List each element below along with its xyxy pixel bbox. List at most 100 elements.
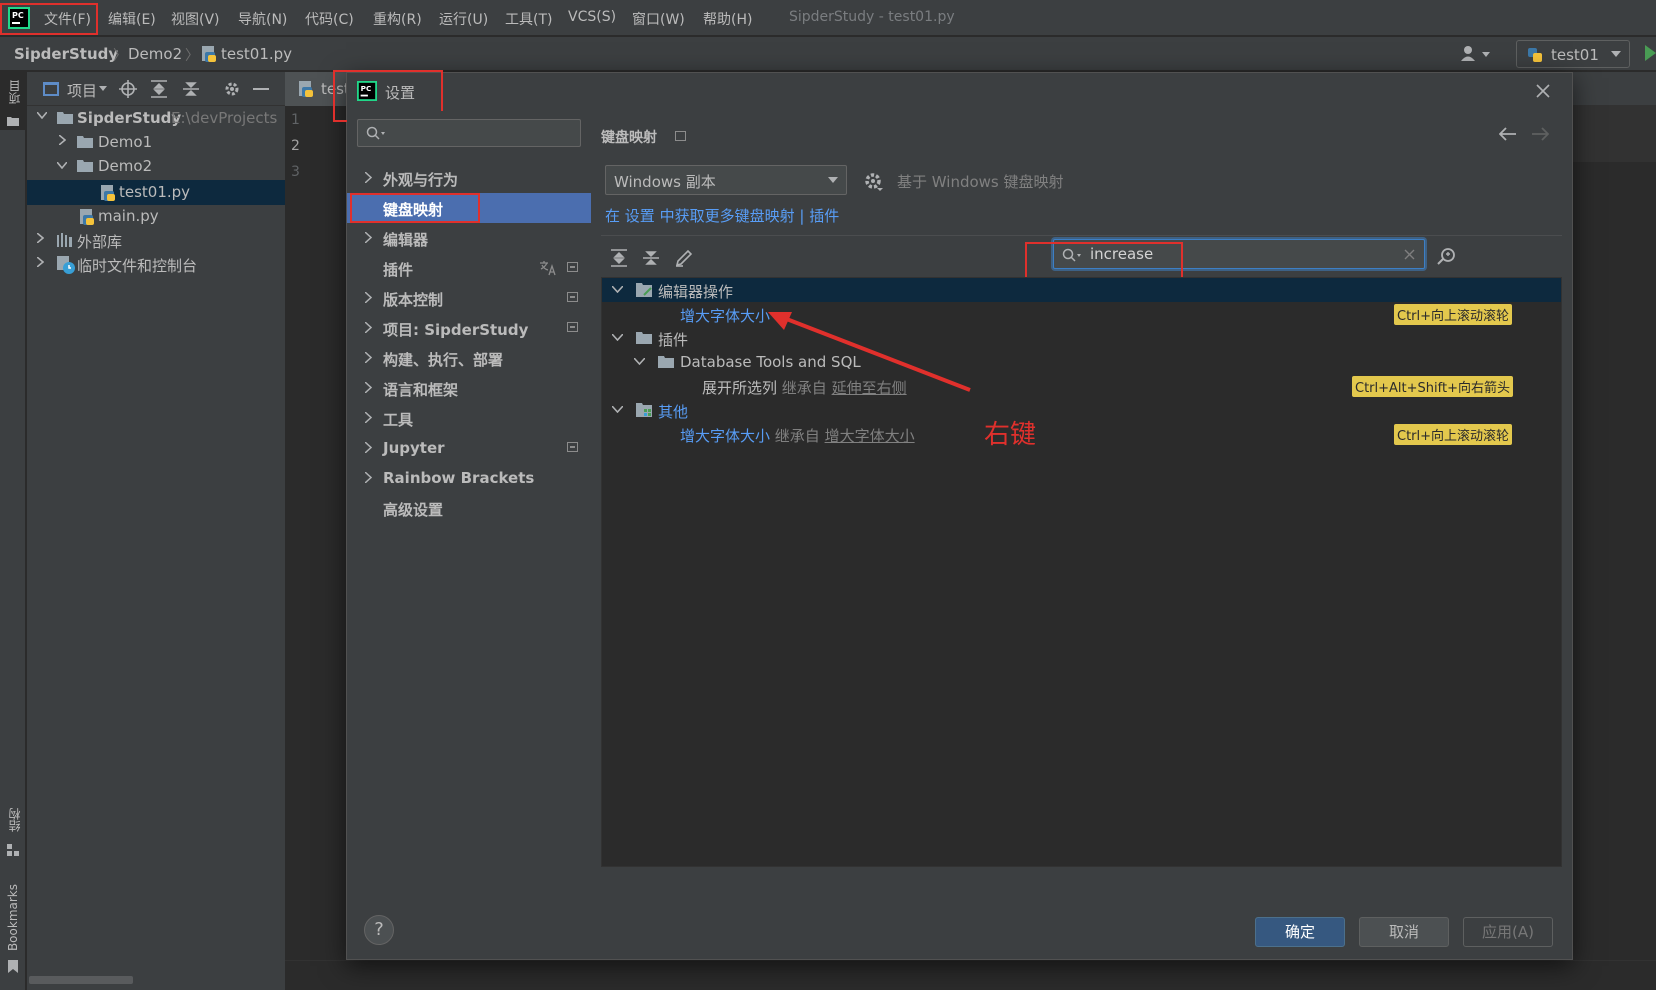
edit-shortcut-icon[interactable] bbox=[675, 249, 693, 267]
inherit-prefix: 继承自 bbox=[774, 427, 820, 445]
hide-icon[interactable] bbox=[253, 88, 269, 91]
menu-file[interactable]: 文件(F) bbox=[44, 9, 91, 29]
tree-row-label: 编辑器操作 bbox=[658, 283, 734, 301]
collapse-all-icon[interactable] bbox=[643, 249, 659, 267]
chevron-down-icon[interactable] bbox=[99, 86, 107, 91]
plugins-link[interactable]: 插件 bbox=[809, 207, 839, 225]
nav-label: 项目: SipderStudy bbox=[383, 321, 529, 339]
menu-view[interactable]: 视图(V) bbox=[171, 9, 220, 29]
bookmarks-tool-label: Bookmarks bbox=[6, 884, 20, 952]
other-icon bbox=[636, 402, 654, 418]
menu-edit[interactable]: 编辑(E) bbox=[108, 9, 156, 29]
keymap-scheme-select[interactable]: Windows 副本 bbox=[605, 165, 847, 195]
menu-help[interactable]: 帮助(H) bbox=[703, 9, 752, 29]
tree-item-label: SipderStudy bbox=[77, 109, 182, 127]
menu-navigate[interactable]: 导航(N) bbox=[238, 9, 287, 29]
tree-row-database-tools[interactable]: Database Tools and SQL bbox=[602, 350, 1561, 374]
breadcrumb-project[interactable]: SipderStudy bbox=[14, 45, 118, 63]
nav-label: Rainbow Brackets bbox=[383, 469, 535, 487]
folder-icon bbox=[658, 355, 674, 368]
structure-tool-button[interactable]: 结构 bbox=[0, 808, 26, 868]
gear-icon[interactable] bbox=[863, 171, 883, 191]
nav-label: 外观与行为 bbox=[383, 171, 459, 189]
project-tool-button[interactable]: 项目 bbox=[0, 72, 26, 130]
tree-row-plugins[interactable]: 插件 bbox=[602, 326, 1561, 350]
menu-vcs[interactable]: VCS(S) bbox=[568, 9, 616, 25]
close-icon[interactable] bbox=[1535, 83, 1551, 99]
ok-button[interactable]: 确定 bbox=[1255, 917, 1345, 947]
python-file-icon bbox=[201, 45, 217, 63]
expand-all-icon[interactable] bbox=[151, 80, 167, 98]
nav-build[interactable]: 构建、执行、部署 bbox=[347, 343, 591, 373]
bookmarks-tool-button[interactable]: Bookmarks bbox=[0, 884, 26, 984]
chevron-right-icon bbox=[365, 469, 372, 483]
tree-row-action[interactable]: 展开所选列 继承自 延伸至右侧 Ctrl+Alt+Shift+向右箭头 bbox=[602, 374, 1561, 398]
nav-label: 构建、执行、部署 bbox=[383, 351, 504, 369]
run-config-select[interactable]: test01 bbox=[1516, 40, 1630, 68]
gear-icon[interactable] bbox=[223, 80, 241, 98]
find-by-shortcut-icon[interactable] bbox=[1437, 247, 1457, 267]
editor-current-line bbox=[1573, 106, 1656, 162]
cancel-button[interactable]: 取消 bbox=[1359, 917, 1449, 947]
tree-item-demo2[interactable]: Demo2 bbox=[27, 154, 285, 179]
nav-label: Jupyter bbox=[383, 439, 445, 457]
keymap-results-tree: 编辑器操作 增大字体大小 Ctrl+向上滚动滚轮 插件 Database Too… bbox=[601, 277, 1562, 867]
breadcrumb-file[interactable]: test01.py bbox=[221, 45, 292, 63]
menu-tools[interactable]: 工具(T) bbox=[505, 9, 552, 29]
back-arrow-icon[interactable] bbox=[1499, 127, 1517, 141]
locate-icon[interactable] bbox=[119, 80, 137, 98]
nav-rainbow-brackets[interactable]: Rainbow Brackets bbox=[347, 463, 591, 493]
nav-tools[interactable]: 工具 bbox=[347, 403, 591, 433]
tree-item-label: test01.py bbox=[119, 183, 191, 201]
run-icon[interactable] bbox=[1645, 45, 1656, 61]
nav-label: 工具 bbox=[383, 411, 414, 429]
nav-project[interactable]: 项目: SipderStudy bbox=[347, 313, 591, 343]
apply-button[interactable]: 应用(A) bbox=[1463, 917, 1553, 947]
chevron-right-icon bbox=[365, 439, 372, 453]
nav-editor[interactable]: 编辑器 bbox=[347, 223, 591, 253]
horizontal-scrollbar[interactable] bbox=[29, 976, 133, 984]
chevron-right-icon: 〉 bbox=[185, 48, 199, 64]
tree-item-main[interactable]: main.py bbox=[27, 204, 285, 229]
nav-advanced[interactable]: 高级设置 bbox=[347, 493, 591, 523]
tree-row-other[interactable]: 其他 bbox=[602, 398, 1561, 422]
navigation-bar: SipderStudy 〉 Demo2 〉 test01.py test01 bbox=[0, 37, 1656, 71]
nav-vcs[interactable]: 版本控制 bbox=[347, 283, 591, 313]
settings-link[interactable]: 设置 bbox=[625, 207, 655, 225]
menu-refactor[interactable]: 重构(R) bbox=[373, 9, 422, 29]
forward-arrow-icon[interactable] bbox=[1531, 127, 1549, 141]
tree-item-test01[interactable]: test01.py bbox=[27, 180, 285, 205]
tree-row-action[interactable]: 增大字体大小 Ctrl+向上滚动滚轮 bbox=[602, 302, 1561, 326]
nav-languages[interactable]: 语言和框架 bbox=[347, 373, 591, 403]
nav-plugins[interactable]: 插件 bbox=[347, 253, 591, 283]
project-view-label[interactable]: 项目 bbox=[67, 80, 97, 101]
tree-item-demo1[interactable]: Demo1 bbox=[27, 130, 285, 155]
nav-jupyter[interactable]: Jupyter bbox=[347, 433, 591, 463]
chevron-right-icon bbox=[37, 257, 44, 267]
tree-item-root[interactable]: SipderStudy E:\devProjects bbox=[27, 106, 285, 131]
menu-window[interactable]: 窗口(W) bbox=[632, 9, 685, 29]
nav-appearance[interactable]: 外观与行为 bbox=[347, 163, 591, 193]
project-level-icon bbox=[567, 442, 578, 452]
menu-code[interactable]: 代码(C) bbox=[305, 9, 354, 29]
tree-row-editor-actions[interactable]: 编辑器操作 bbox=[602, 278, 1561, 302]
clear-icon[interactable] bbox=[1404, 249, 1415, 260]
collapse-all-icon[interactable] bbox=[183, 80, 199, 98]
bookmark-icon bbox=[8, 960, 18, 973]
python-file-icon bbox=[100, 184, 116, 202]
page-title: 键盘映射 bbox=[601, 130, 657, 146]
nav-keymap[interactable]: 键盘映射 bbox=[347, 193, 591, 223]
user-icon[interactable] bbox=[1460, 44, 1494, 64]
shortcut-badge: Ctrl+向上滚动滚轮 bbox=[1394, 424, 1513, 445]
run-config-label: test01 bbox=[1551, 46, 1599, 64]
tree-item-external-libs[interactable]: 外部库 bbox=[27, 228, 285, 253]
tree-item-scratches[interactable]: 临时文件和控制台 bbox=[27, 252, 285, 277]
expand-all-icon[interactable] bbox=[611, 249, 627, 267]
shortcut-badge: Ctrl+Alt+Shift+向右箭头 bbox=[1352, 376, 1513, 397]
chevron-right-icon bbox=[365, 289, 372, 303]
help-button[interactable]: ? bbox=[364, 915, 394, 945]
settings-search-input[interactable] bbox=[357, 119, 581, 147]
menu-run[interactable]: 运行(U) bbox=[439, 9, 488, 29]
tree-row-action[interactable]: 增大字体大小 继承自 增大字体大小 Ctrl+向上滚动滚轮 bbox=[602, 422, 1561, 446]
breadcrumb-folder[interactable]: Demo2 bbox=[128, 45, 182, 63]
